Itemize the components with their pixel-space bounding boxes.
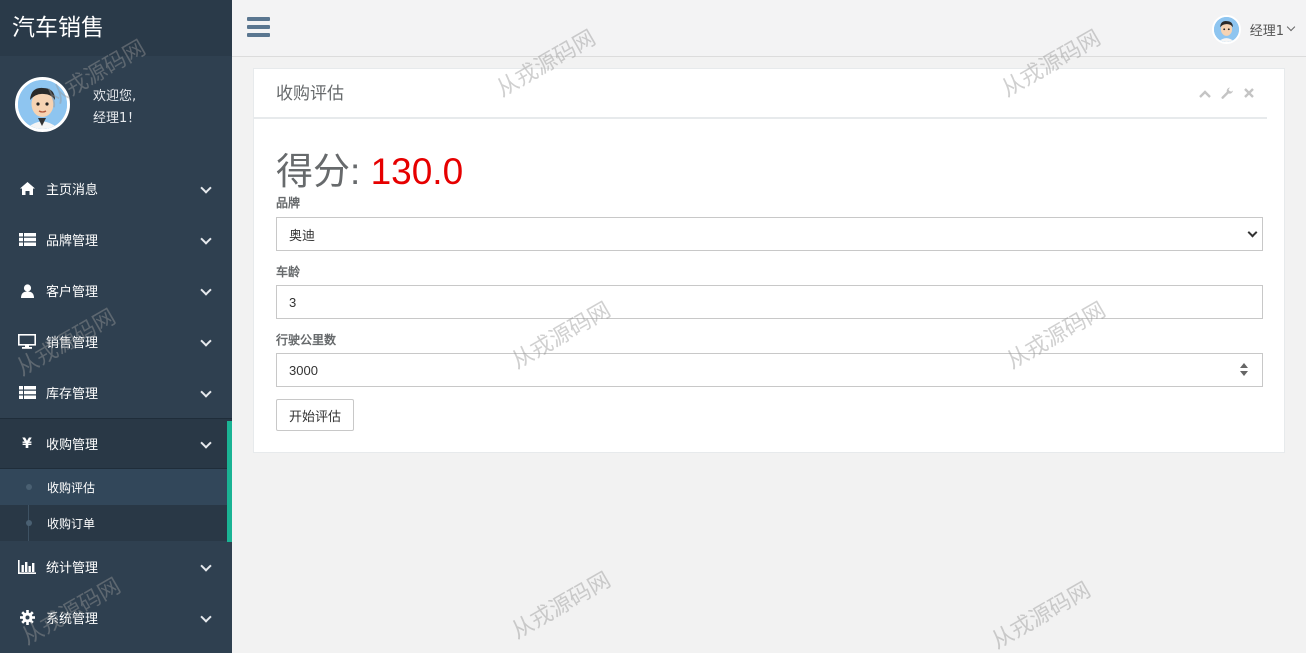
sidebar-item-inventory[interactable]: 库存管理 xyxy=(0,367,232,418)
menu-toggle-icon[interactable] xyxy=(247,17,270,37)
home-icon xyxy=(18,181,36,197)
sidebar-item-acquisition[interactable]: ¥ 收购管理 xyxy=(0,418,232,469)
mileage-label: 行驶公里数 xyxy=(276,333,337,347)
welcome-greeting: 欢迎您, xyxy=(93,89,137,104)
sidebar-item-label: 库存管理 xyxy=(46,387,99,402)
gear-icon xyxy=(18,610,36,626)
sidebar: 汽车销售 欢迎您, 经理1！ 主页消息 品牌管理 客户管理 销售管理 库存管理 … xyxy=(0,0,232,653)
sidebar-item-label: 主页消息 xyxy=(46,183,99,198)
brand-select[interactable]: 奥迪 xyxy=(276,217,1263,251)
welcome-text: 欢迎您, 经理1！ xyxy=(93,86,140,130)
user-icon xyxy=(18,283,36,299)
score-value: 130.0 xyxy=(370,151,464,192)
age-label: 车龄 xyxy=(276,265,301,279)
welcome-user: 经理1！ xyxy=(93,111,141,126)
yen-icon: ¥ xyxy=(22,435,32,452)
user-profile: 欢迎您, 经理1！ xyxy=(0,56,232,154)
top-navbar: 经理1 xyxy=(232,0,1306,57)
evaluation-panel: 收购评估 得分: 130.0 品牌 奥迪 车龄 3 行驶公里数 3000 开始评… xyxy=(253,68,1285,453)
sidebar-item-statistics[interactable]: 统计管理 xyxy=(0,541,232,592)
sidebar-subitem-label: 收购订单 xyxy=(47,516,96,531)
chevron-down-icon xyxy=(1247,227,1258,238)
chevron-down-icon xyxy=(200,610,212,623)
sidebar-item-customer[interactable]: 客户管理 xyxy=(0,265,232,316)
sidebar-item-label: 统计管理 xyxy=(46,561,99,576)
score-label: 得分: xyxy=(276,151,371,192)
score-display: 得分: 130.0 xyxy=(276,141,463,195)
chevron-down-icon xyxy=(200,181,212,194)
sidebar-item-brand[interactable]: 品牌管理 xyxy=(0,214,232,265)
number-spinner-icon[interactable] xyxy=(1240,363,1248,377)
sidebar-item-label: 收购管理 xyxy=(46,438,99,453)
sidebar-item-label: 品牌管理 xyxy=(46,234,99,249)
age-input[interactable]: 3 xyxy=(276,285,1263,319)
avatar[interactable] xyxy=(15,77,70,132)
chevron-down-icon xyxy=(200,559,212,572)
list-icon xyxy=(18,385,36,401)
sidebar-item-home[interactable]: 主页消息 xyxy=(0,163,232,214)
monitor-icon xyxy=(18,334,36,350)
chevron-down-icon xyxy=(200,283,212,296)
start-evaluation-button[interactable]: 开始评估 xyxy=(276,399,355,431)
chevron-down-icon xyxy=(200,334,212,347)
sidebar-subitem-evaluation[interactable]: 收购评估 xyxy=(0,469,232,505)
age-input-value: 3 xyxy=(289,294,297,310)
sidebar-item-label: 客户管理 xyxy=(46,285,99,300)
bullet-dot xyxy=(26,484,32,490)
panel-tools xyxy=(1198,87,1256,104)
panel-title: 收购评估 xyxy=(254,69,1267,119)
chevron-down-icon xyxy=(200,385,212,398)
watermark: 从戎源码网 xyxy=(507,567,616,645)
user-name: 经理1 xyxy=(1249,23,1284,39)
sidebar-nav: 主页消息 品牌管理 客户管理 销售管理 库存管理 ¥ 收购管理 收购评估 收购订… xyxy=(0,163,232,643)
list-icon xyxy=(18,232,36,248)
sidebar-item-label: 系统管理 xyxy=(46,612,99,627)
chevron-down-icon xyxy=(200,436,212,449)
bullet-dot xyxy=(26,520,32,526)
sidebar-submenu: 收购评估 收购订单 xyxy=(0,469,232,541)
avatar xyxy=(1211,14,1241,44)
mileage-input-value: 3000 xyxy=(289,362,318,378)
chevron-down-icon xyxy=(200,232,212,245)
collapse-icon[interactable] xyxy=(1198,87,1212,104)
app-brand: 汽车销售 xyxy=(0,0,232,56)
close-icon[interactable] xyxy=(1242,87,1256,104)
sidebar-item-system[interactable]: 系统管理 xyxy=(0,592,232,643)
watermark: 从戎源码网 xyxy=(987,577,1096,653)
sidebar-subitem-label: 收购评估 xyxy=(47,480,96,495)
wrench-icon[interactable] xyxy=(1220,87,1234,104)
sidebar-subitem-orders[interactable]: 收购订单 xyxy=(0,505,232,541)
chevron-down-icon xyxy=(1286,22,1296,32)
brand-label: 品牌 xyxy=(276,196,301,210)
active-indicator xyxy=(227,421,232,542)
mileage-input[interactable]: 3000 xyxy=(276,353,1263,387)
bar-chart-icon xyxy=(18,559,36,575)
sidebar-item-label: 销售管理 xyxy=(46,336,99,351)
user-menu[interactable]: 经理1 xyxy=(1211,14,1296,44)
brand-select-value: 奥迪 xyxy=(289,227,316,243)
sidebar-item-sales[interactable]: 销售管理 xyxy=(0,316,232,367)
